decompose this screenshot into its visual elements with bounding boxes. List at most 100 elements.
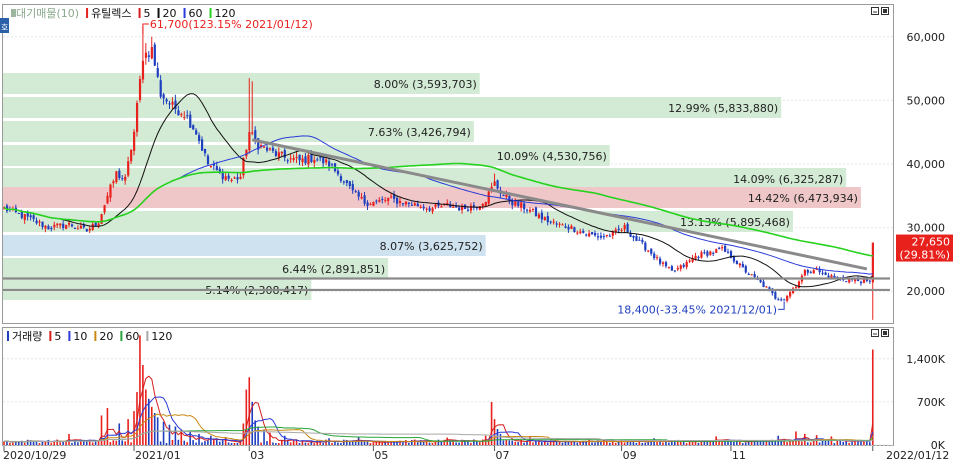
volume-bar — [470, 442, 472, 445]
candle-body — [268, 148, 272, 150]
candle-body — [29, 215, 32, 218]
volume-bar — [517, 442, 519, 445]
candle-body — [588, 233, 591, 237]
volume-bar — [278, 443, 280, 445]
volume-bar — [304, 442, 307, 445]
candle-body — [118, 170, 121, 178]
volume-bar — [150, 406, 153, 445]
volume-bar — [679, 441, 682, 445]
volume-bar — [124, 441, 126, 445]
resistance-band-label: 13.13% (5,895,468) — [680, 216, 790, 229]
resistance-band-label: 10.09% (4,530,756) — [497, 150, 607, 163]
volume-bar — [606, 441, 608, 445]
volume-pane — [2, 327, 894, 446]
maximize-icon — [883, 9, 887, 13]
candle-body — [534, 207, 538, 217]
volume-bar — [623, 442, 626, 445]
volume-bar — [827, 440, 830, 445]
volume-bar — [561, 442, 564, 445]
candle-body — [410, 204, 413, 206]
volume-bar — [431, 443, 434, 445]
candle-body — [375, 200, 378, 202]
candle-body — [617, 228, 620, 231]
candle-body — [289, 158, 292, 160]
candle-body — [401, 203, 405, 205]
volume-bar — [26, 439, 29, 445]
candle-body — [112, 181, 115, 184]
volume-bar — [224, 437, 227, 445]
minimize-button[interactable] — [871, 7, 879, 15]
candle-body — [783, 299, 786, 301]
candle-body — [599, 235, 603, 238]
candle-body — [558, 223, 561, 225]
candle-body — [673, 270, 676, 272]
candle-body — [165, 99, 168, 102]
candle-body — [546, 216, 549, 223]
volume-tick-label: 1,400K — [906, 353, 945, 366]
candle-body — [638, 239, 641, 241]
candle-body — [741, 263, 744, 268]
candle-body — [703, 252, 706, 254]
candle-body — [786, 296, 789, 301]
candle-body — [195, 130, 198, 135]
candle-body — [76, 228, 80, 230]
volume-bar — [514, 441, 517, 445]
volume-bar — [103, 440, 106, 445]
candle-body — [150, 47, 153, 59]
volume-bar — [23, 442, 26, 445]
volume-bar — [848, 442, 850, 445]
volume-bar — [275, 443, 277, 445]
volume-bar — [765, 441, 768, 445]
legend-swatch — [146, 331, 149, 341]
candle-body — [32, 215, 35, 220]
candle-body — [659, 258, 662, 264]
volume-bar — [591, 442, 593, 445]
candle-body — [623, 225, 626, 230]
candle-body — [735, 260, 739, 265]
candle-body — [53, 224, 56, 228]
volume-bar — [201, 442, 203, 445]
volume-bar — [508, 440, 511, 445]
candle-body — [647, 250, 650, 252]
candle-body — [200, 139, 204, 151]
volume-bar — [331, 443, 333, 445]
candle-body — [168, 103, 171, 105]
candle-body — [354, 191, 357, 193]
volume-bar — [62, 441, 64, 445]
volume-bar — [168, 424, 171, 445]
volume-bar — [588, 439, 590, 445]
candle-body — [396, 197, 399, 204]
volume-bar — [806, 442, 809, 445]
date-tick-label: 07 — [496, 449, 510, 462]
candle-body — [47, 226, 50, 230]
candle-body — [484, 201, 487, 207]
legend-label: 5 — [54, 330, 61, 343]
candle-body — [576, 232, 579, 234]
legend-swatch — [183, 8, 186, 18]
volume-bar — [213, 440, 215, 445]
volume-minimize-button[interactable] — [871, 329, 879, 337]
candle-body — [806, 270, 809, 273]
candle-body — [812, 270, 815, 274]
candle-body — [765, 286, 768, 288]
volume-bar — [567, 441, 570, 445]
volume-bar — [280, 440, 283, 445]
candle-body — [322, 157, 325, 164]
candle-body — [845, 281, 848, 283]
candle-body — [203, 148, 207, 154]
volume-bar — [307, 443, 310, 445]
legend-swatch — [157, 8, 160, 18]
candle-body — [635, 236, 638, 241]
volume-bar — [354, 441, 357, 445]
volume-bar — [576, 442, 579, 445]
candle-body — [803, 270, 807, 276]
candle-body — [372, 201, 375, 206]
candle-body — [271, 147, 275, 151]
volume-bar — [207, 439, 209, 445]
candle-body — [608, 235, 611, 237]
candle-body — [821, 272, 824, 274]
volume-bar — [192, 440, 194, 445]
candle-body — [153, 44, 156, 66]
volume-bar — [860, 441, 862, 445]
candle-body — [345, 180, 348, 183]
